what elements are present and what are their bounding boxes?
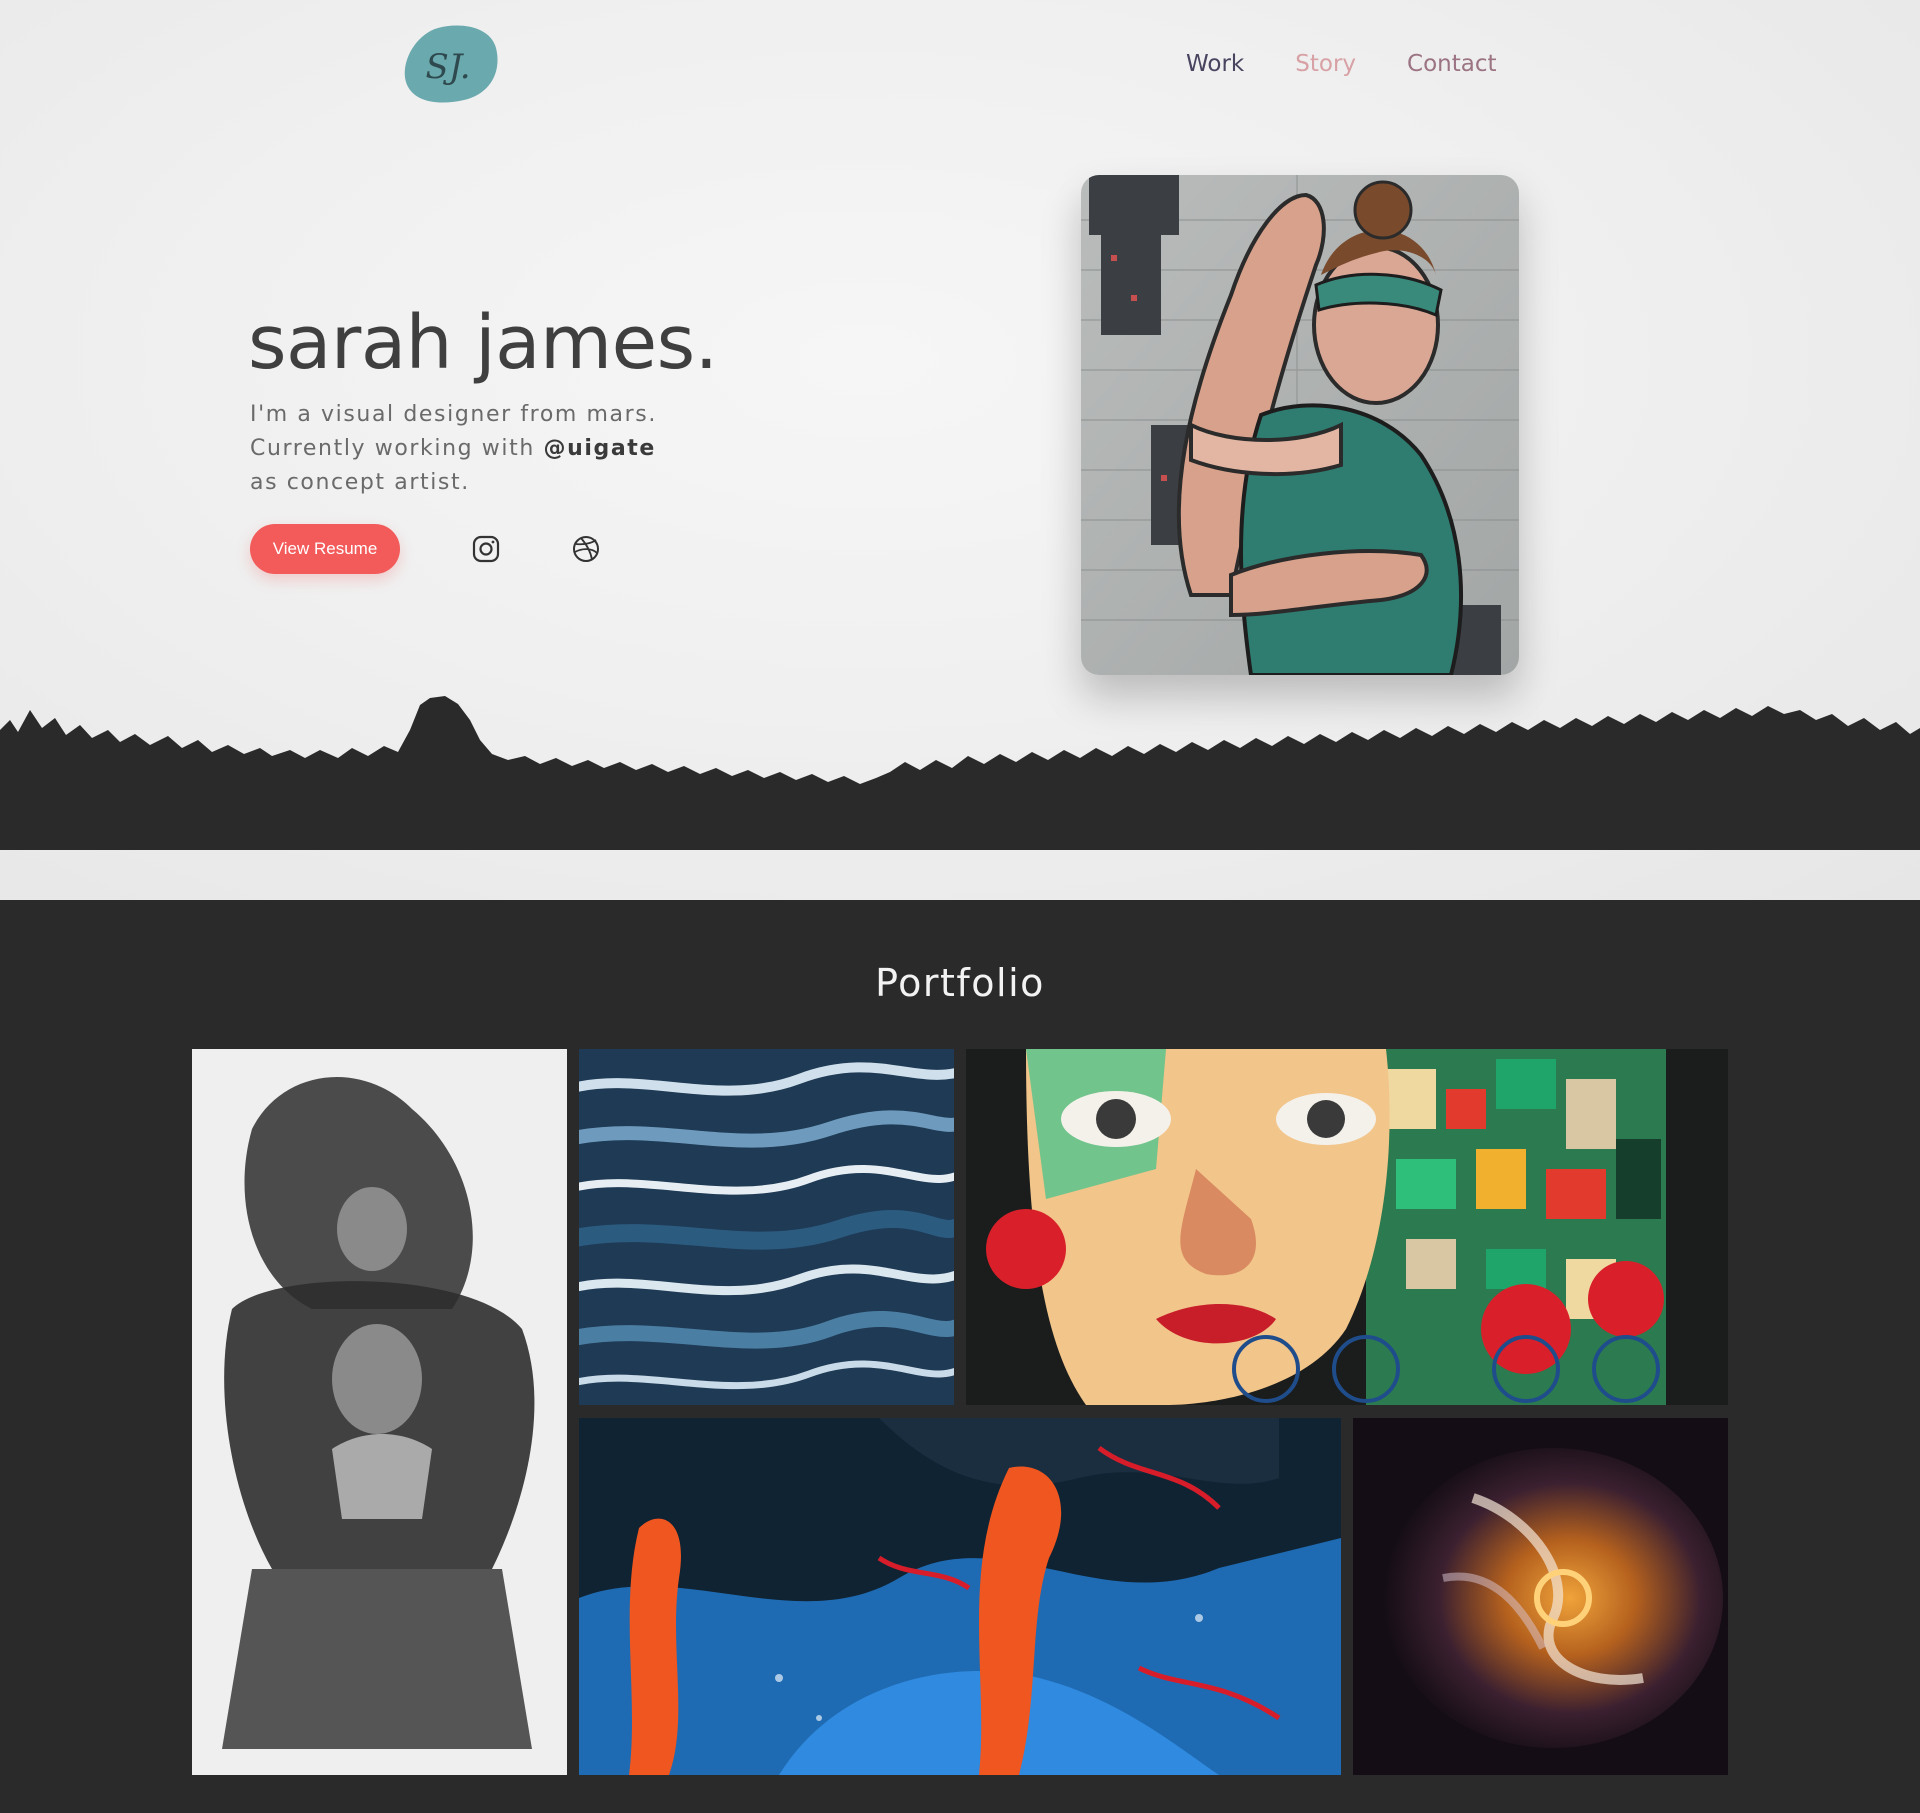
company-handle-link[interactable]: @uigate <box>543 436 655 461</box>
hero-artwork-image <box>1081 175 1519 675</box>
bio-line-2: Currently working with @uigate <box>250 432 770 466</box>
hero-bio: I'm a visual designer from mars. Current… <box>250 398 770 500</box>
hero-name: sarah james. <box>248 300 718 386</box>
bio-line-3: as concept artist. <box>250 470 470 495</box>
portfolio-item-sculpture[interactable] <box>192 1049 567 1775</box>
portfolio-item-ocean-painting[interactable] <box>579 1049 954 1405</box>
bio-line-1: I'm a visual designer from mars. <box>250 402 657 427</box>
logo-text: SJ. <box>425 47 470 87</box>
bio-line-2-prefix: Currently working with <box>250 436 544 461</box>
portfolio-heading: Portfolio <box>875 961 1045 1005</box>
nav-contact-link[interactable]: Contact <box>1407 48 1496 80</box>
view-resume-button[interactable]: View Resume <box>250 524 400 574</box>
dribbble-icon[interactable] <box>570 533 602 565</box>
nav-story-link[interactable]: Story <box>1295 48 1356 80</box>
logo[interactable]: SJ. <box>398 22 500 104</box>
portfolio-item-nebula[interactable] <box>1353 1418 1728 1775</box>
hero-section: SJ. Work Story Contact sarah james. I'm … <box>0 0 1920 900</box>
treeline-silhouette <box>0 690 1920 850</box>
instagram-icon[interactable] <box>470 533 502 565</box>
portfolio-item-graffiti-face[interactable] <box>966 1049 1728 1405</box>
nav-work-link[interactable]: Work <box>1186 48 1244 80</box>
main-nav: Work Story Contact <box>1186 48 1497 80</box>
portfolio-item-abstract-painting[interactable] <box>579 1418 1341 1775</box>
